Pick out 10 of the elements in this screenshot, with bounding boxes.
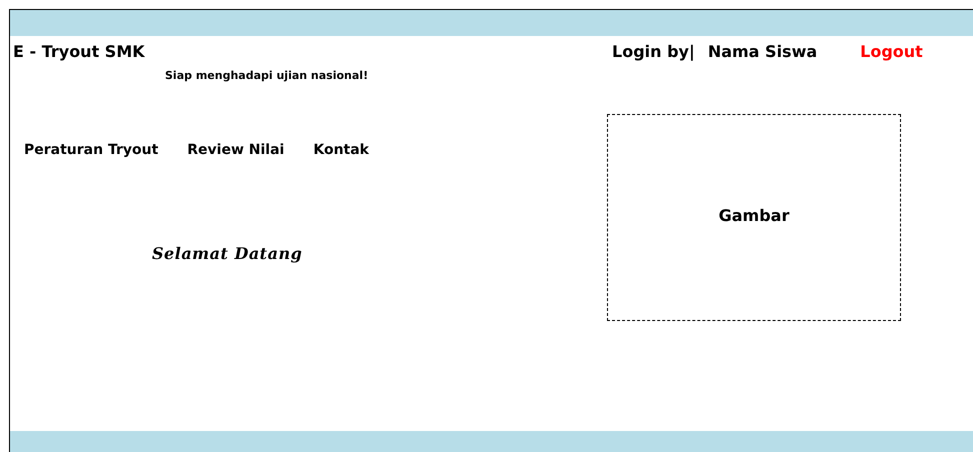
nav-link[interactable]: Kontak (313, 142, 369, 158)
logout-link[interactable]: Logout (860, 42, 923, 61)
tagline: Siap menghadapi ujian nasional! (165, 69, 368, 82)
welcome-text: Selamat Datang (152, 244, 302, 263)
site-title: E - Tryout SMK (13, 42, 145, 61)
nav-link[interactable]: Peraturan Tryout (24, 142, 158, 158)
nav-link[interactable]: Review Nilai (187, 142, 284, 158)
placeholder-label: Gambar (718, 206, 790, 225)
login-label: Login by| (612, 42, 695, 61)
user-name: Nama Siswa (708, 42, 818, 61)
